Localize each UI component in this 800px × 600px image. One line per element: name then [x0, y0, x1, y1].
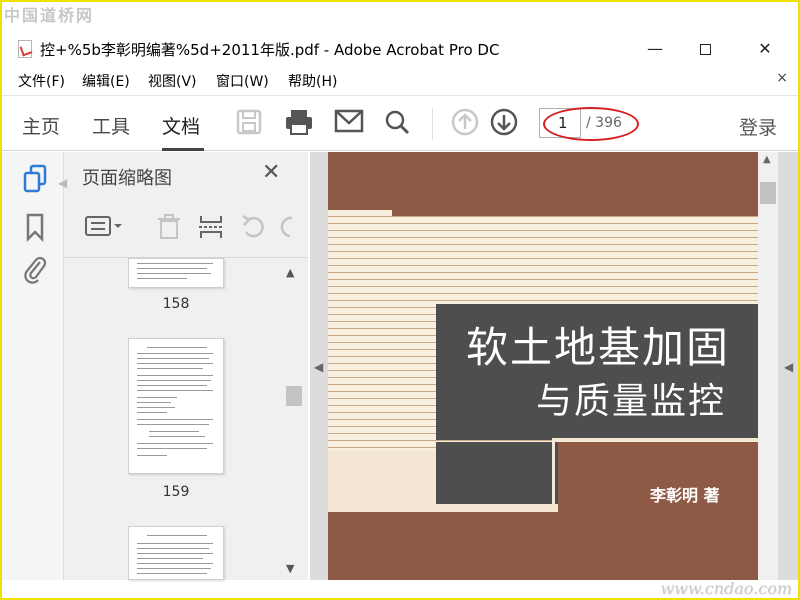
menu-bar: 文件(F) 编辑(E) 视图(V) 窗口(W) 帮助(H) × — [2, 68, 798, 92]
tab-document[interactable]: 文档 — [162, 112, 200, 139]
cover-author: 李彰明 著 — [650, 486, 720, 505]
title-bar: 控+%5b李彰明编著%5d+2011年版.pdf - Adobe Acrobat… — [2, 34, 798, 64]
print-icon[interactable] — [284, 108, 314, 138]
document-view[interactable]: ◀ 软土地基加固 与质量监控 李彰明 著 ▲ ◀ — [310, 152, 798, 580]
arrow-down-circle-icon[interactable] — [489, 108, 519, 138]
arrow-up-circle-icon[interactable] — [450, 108, 480, 138]
active-tab-indicator — [162, 148, 204, 151]
menu-file[interactable]: 文件(F) — [18, 71, 65, 91]
thumbnail-page-label: 159 — [162, 484, 190, 500]
document-scrollbar[interactable]: ▲ — [758, 152, 778, 580]
main-toolbar: 主页 工具 文档 1 / 396 登录 — [2, 95, 798, 151]
search-icon[interactable] — [382, 108, 412, 138]
thumbnail-panel: ◀ 页面缩略图 ✕ 158 159 ▲ ▼ — [58, 152, 308, 580]
menu-edit[interactable]: 编辑(E) — [82, 71, 130, 91]
mail-icon[interactable] — [334, 108, 364, 138]
cover-divider — [552, 438, 555, 510]
tab-home[interactable]: 主页 — [22, 112, 60, 139]
page-thumbnail[interactable] — [128, 526, 224, 580]
maximize-icon — [699, 44, 711, 55]
book-cover-page: 软土地基加固 与质量监控 李彰明 著 — [328, 152, 758, 580]
chevron-up-icon[interactable]: ▲ — [286, 266, 294, 279]
maximize-button[interactable] — [682, 34, 728, 64]
attachment-icon[interactable] — [22, 254, 48, 284]
cover-bottom-band — [328, 512, 758, 580]
bookmark-icon[interactable] — [22, 212, 48, 243]
cover-title-line1: 软土地基加固 — [466, 323, 731, 372]
toolbar-separator — [432, 108, 433, 140]
site-watermark: 中国道桥网 — [4, 6, 95, 25]
document-scroll-thumb[interactable] — [760, 182, 776, 204]
pdf-file-icon — [18, 40, 32, 58]
expand-right-pane-icon[interactable]: ◀ — [784, 360, 793, 374]
menu-help[interactable]: 帮助(H) — [288, 71, 337, 91]
cover-top-block — [392, 152, 758, 216]
close-icon[interactable]: ✕ — [262, 160, 280, 185]
site-url-watermark: www.cndao.com — [660, 579, 792, 598]
insert-page-icon[interactable] — [198, 214, 224, 245]
thumbnail-options-icon[interactable] — [84, 214, 124, 243]
close-window-button[interactable]: ✕ — [742, 34, 788, 64]
chevron-down-icon[interactable]: ▼ — [286, 562, 294, 575]
login-button[interactable]: 登录 — [739, 113, 777, 140]
menu-view[interactable]: 视图(V) — [148, 71, 197, 91]
thumbnail-scrollbar[interactable]: ▲ ▼ — [284, 260, 304, 578]
cover-divider — [432, 508, 552, 511]
delete-icon[interactable] — [156, 214, 182, 245]
save-icon[interactable] — [234, 108, 264, 138]
rotate-right-icon[interactable] — [280, 214, 294, 245]
page-thumbnails-icon[interactable] — [22, 164, 48, 194]
page-thumbnail[interactable] — [128, 258, 224, 288]
panel-pointer-icon: ◀ — [58, 176, 68, 190]
collapse-panel-icon[interactable]: ◀ — [314, 360, 323, 374]
tab-tools[interactable]: 工具 — [92, 112, 130, 139]
menu-close-button[interactable]: × — [776, 70, 788, 86]
navigation-rail — [2, 152, 64, 580]
page-thumbnail[interactable] — [128, 338, 224, 474]
cover-lower-panel — [436, 442, 558, 504]
cover-title-line2: 与质量监控 — [536, 381, 727, 422]
rotate-left-icon[interactable] — [240, 214, 268, 245]
thumbnail-toolbar — [64, 200, 308, 258]
window-title: 控+%5b李彰明编著%5d+2011年版.pdf - Adobe Acrobat… — [40, 41, 500, 59]
panel-title: 页面缩略图 — [82, 168, 172, 189]
menu-window[interactable]: 窗口(W) — [216, 71, 269, 91]
thumbnail-scroll-thumb[interactable] — [286, 386, 302, 406]
cover-divider — [552, 438, 758, 441]
page-highlight-annotation — [543, 107, 639, 141]
chevron-up-icon[interactable]: ▲ — [763, 154, 771, 165]
minimize-button[interactable]: — — [632, 34, 678, 64]
thumbnail-page-label: 158 — [162, 296, 190, 312]
